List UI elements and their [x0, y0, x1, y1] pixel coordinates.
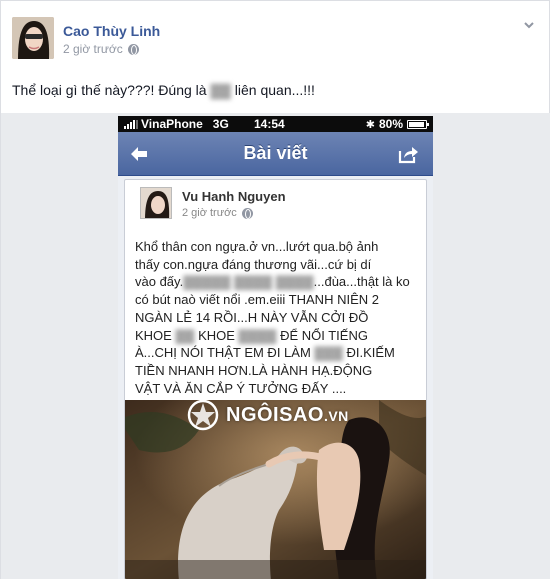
author-avatar[interactable] [12, 17, 54, 59]
network-type: 3G [212, 117, 229, 131]
site-watermark: NGÔISAO.VN [186, 398, 349, 432]
phone-status-bar: VinaPhone 3G 14:54 ✱ 80% [118, 116, 433, 132]
shared-post-text: Khổ thân con ngựa.ở vn...lướt qua.bộ ảnh… [135, 238, 419, 397]
censored-text: ▓▓▓ [314, 345, 343, 361]
shared-author-name[interactable]: Vu Hanh Nguyen [182, 189, 286, 204]
battery-percent: 80% [378, 117, 403, 131]
status-time: 14:54 [254, 117, 285, 131]
censored-text: ▓▓ [175, 327, 195, 343]
shared-post-card: Vu Hanh Nguyen 2 giờ trước Khổ thân con … [124, 179, 427, 579]
text-line: VẬT VÀ ĂN CẮP Ý TƯỞNG ĐẤY .... [135, 380, 347, 396]
shared-author-avatar[interactable] [140, 187, 172, 219]
text-line: có bút naò viết nổi .em.eiii THANH NIÊN … [135, 292, 379, 308]
censored-word: ▓▓ [210, 82, 231, 98]
facebook-post: Cao Thùy Linh 2 giờ trước Thể loại gì th… [0, 0, 550, 579]
signal-icon [124, 119, 138, 129]
nav-title: Bài viết [243, 143, 308, 163]
censored-text: ▓▓▓▓ [238, 327, 277, 343]
phone-screenshot[interactable]: VinaPhone 3G 14:54 ✱ 80% Bài viết Vu Han… [118, 116, 433, 579]
shared-post-meta: 2 giờ trước [182, 207, 253, 219]
battery-icon [407, 119, 429, 129]
censored-text: ▓▓▓▓▓ ▓▓▓▓ ▓▓▓▓ [183, 274, 314, 290]
share-icon[interactable] [397, 143, 419, 165]
globe-icon [241, 207, 253, 219]
text-line: TIỀN NHANH HƠN.LÀ HÀNH HẠ.ĐỘNG [135, 362, 373, 378]
shared-post-timestamp: 2 giờ trước [182, 207, 237, 219]
text-line: Khổ thân con ngựa.ở vn...lướt qua.bộ ảnh [135, 239, 379, 254]
post-caption: Thể loại gì thế này???! Đúng là ▓▓ liên … [12, 82, 315, 98]
bluetooth-icon: ✱ [365, 118, 375, 131]
ngoisao-logo-icon [187, 399, 219, 431]
watermark-suffix: .VN [323, 407, 349, 424]
globe-icon [127, 43, 139, 55]
phone-nav-bar: Bài viết [118, 132, 433, 176]
author-name[interactable]: Cao Thùy Linh [63, 23, 160, 39]
text-line: thấy con.ngựa đáng thương vãi...cứ bị dí [135, 256, 372, 272]
text-line: À...CHỊ NÓI THẬT EM ĐI LÀM ▓▓▓ ĐI.KIẾM [135, 345, 395, 361]
chevron-down-icon[interactable] [523, 19, 535, 31]
text-line: NGÀN LẺ 14 RỒI...H NÀY VẪN CỞI ĐỒ [135, 309, 369, 325]
back-arrow-icon[interactable] [128, 143, 150, 165]
post-timestamp[interactable]: 2 giờ trước [63, 42, 123, 56]
text-line: vào đấy.▓▓▓▓▓ ▓▓▓▓ ▓▓▓▓...đùa...thật là … [135, 274, 410, 290]
watermark-text: NGÔISAO [226, 403, 324, 426]
text-line: KHOE ▓▓ KHOE ▓▓▓▓ ĐỂ NỔI TIẾNG [135, 327, 368, 343]
carrier-name: VinaPhone [141, 117, 203, 131]
post-meta: 2 giờ trước [63, 42, 139, 56]
